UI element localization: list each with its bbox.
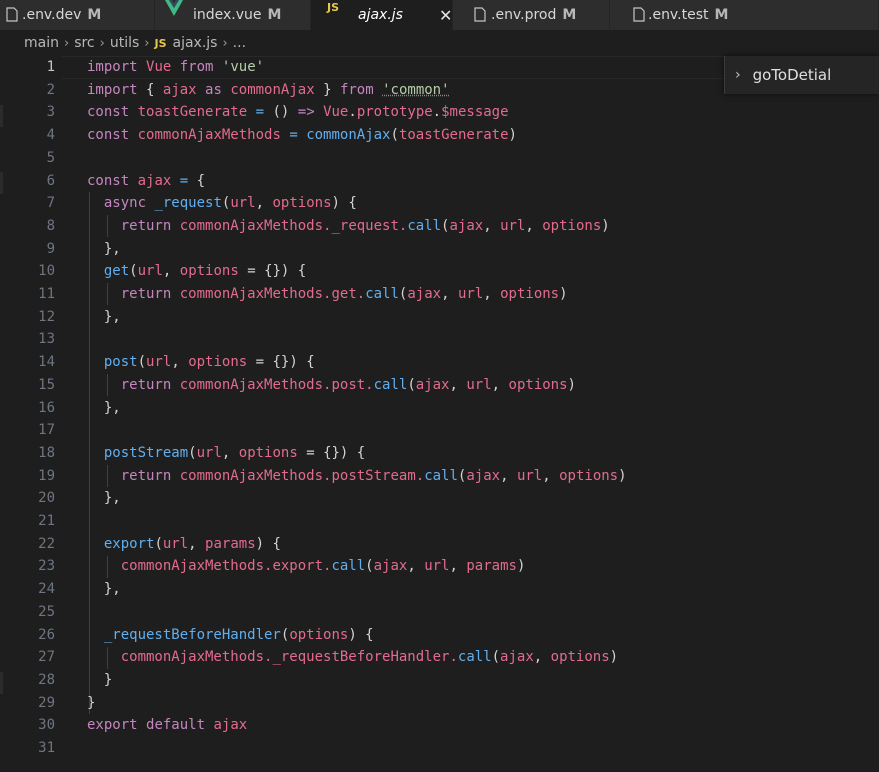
breadcrumb-item-utils[interactable]: utils <box>110 35 139 51</box>
code-line: const commonAjaxMethods = commonAjax(toa… <box>87 127 517 144</box>
line-number: 19 <box>38 467 55 484</box>
tab-env-dev[interactable]: .env.dev M <box>0 0 155 30</box>
tab-bar: .env.dev M index.vue M JS ajax.js ✕ .env… <box>0 0 879 30</box>
line-number: 24 <box>38 581 55 598</box>
line-number: 7 <box>46 195 55 212</box>
modified-badge: M <box>714 7 729 23</box>
file-icon <box>474 7 486 22</box>
code-line: commonAjaxMethods.export.call(ajax, url,… <box>120 558 526 575</box>
breadcrumb: main › src › utils › JS ajax.js › ... <box>0 30 879 56</box>
code-line: export default ajax <box>87 717 248 734</box>
code-line: return commonAjaxMethods.postStream.call… <box>120 467 627 484</box>
tab-env-prod[interactable]: .env.prod M <box>453 0 610 30</box>
chevron-right-icon: › <box>144 35 150 51</box>
code-line: return commonAjaxMethods.post.call(ajax,… <box>120 376 576 393</box>
code-line: postStream(url, options = {}) { <box>103 444 366 461</box>
line-number-gutter: 1 2 3 4 5 6 7 8 9 10 11 12 13 14 15 16 17 18 19 20 21 22 23 24 2… <box>0 56 62 772</box>
code-line: const toastGenerate = () => Vue.prototyp… <box>87 104 509 121</box>
line-number: 16 <box>38 399 55 416</box>
line-number: 9 <box>46 240 55 257</box>
line-number: 17 <box>38 422 55 439</box>
tab-index-vue[interactable]: index.vue M <box>155 0 311 30</box>
file-icon <box>6 7 18 22</box>
tab-label: .env.test <box>648 7 709 23</box>
breadcrumb-item-symbols[interactable]: ... <box>233 35 246 51</box>
js-file-icon: JS <box>154 36 167 50</box>
code-line: export(url, params) { <box>103 535 281 552</box>
js-file-icon: JS <box>327 1 340 14</box>
chevron-right-icon: › <box>63 35 70 51</box>
vue-icon <box>165 0 183 16</box>
breadcrumb-item-src[interactable]: src <box>74 35 94 51</box>
code-line: } <box>87 694 96 711</box>
line-number: 25 <box>38 603 55 620</box>
file-icon <box>633 7 645 22</box>
outline-symbol-label[interactable]: goToDetial <box>753 66 832 84</box>
line-number: 13 <box>38 331 55 348</box>
tab-ajax-js[interactable]: JS ajax.js ✕ <box>311 0 453 30</box>
code-line: import { ajax as commonAjax } from 'comm… <box>87 81 450 98</box>
line-number: 21 <box>38 513 55 529</box>
modified-badge: M <box>267 7 282 23</box>
line-number: 29 <box>38 694 55 711</box>
tab-label: ajax.js <box>358 7 403 23</box>
outline-peek-widget[interactable]: › goToDetial <box>724 56 879 94</box>
line-number: 28 <box>38 671 55 688</box>
line-number: 10 <box>38 263 55 280</box>
code-line: post(url, options = {}) { <box>103 354 315 371</box>
tab-label: .env.dev <box>22 7 82 23</box>
line-number: 22 <box>38 535 55 552</box>
line-number: 14 <box>38 354 55 371</box>
code-line: }, <box>103 240 121 257</box>
line-number: 6 <box>46 172 55 189</box>
line-number: 20 <box>38 490 55 507</box>
close-icon[interactable]: ✕ <box>439 6 452 25</box>
modified-badge: M <box>87 7 102 23</box>
code-line: return commonAjaxMethods.get.call(ajax, … <box>120 286 568 302</box>
breadcrumb-item-file[interactable]: ajax.js <box>173 35 218 51</box>
line-number: 8 <box>46 217 55 234</box>
line-number: 5 <box>46 149 55 166</box>
modified-badge: M <box>562 7 577 23</box>
breadcrumb-item-main[interactable]: main <box>24 35 59 51</box>
line-number: 31 <box>38 740 55 756</box>
line-number: 1 <box>46 59 55 75</box>
tab-env-test[interactable]: .env.test M <box>610 0 879 30</box>
code-line: async _request(url, options) { <box>103 195 357 212</box>
line-number: 27 <box>38 649 55 666</box>
code-line: const ajax = { <box>87 172 206 189</box>
code-line: } <box>103 671 113 688</box>
code-line: return commonAjaxMethods._request.call(a… <box>120 217 610 234</box>
code-line: get(url, options = {}) { <box>103 263 307 280</box>
line-number: 15 <box>38 376 55 393</box>
line-number: 26 <box>38 626 55 643</box>
tab-label: .env.prod <box>491 7 557 23</box>
chevron-right-icon[interactable]: › <box>735 67 741 83</box>
line-number: 18 <box>38 444 55 461</box>
line-number: 3 <box>46 104 55 121</box>
code-line: }, <box>103 308 121 325</box>
code-line: }, <box>103 581 121 598</box>
code-line: import Vue from 'vue' <box>87 59 265 75</box>
code-editor[interactable]: 1 2 3 4 5 6 7 8 9 10 11 12 13 14 15 16 17 18 19 20 21 22 23 24 2… <box>0 56 879 772</box>
line-number: 23 <box>38 558 55 575</box>
code-line: }, <box>103 399 121 416</box>
chevron-right-icon: › <box>222 35 228 51</box>
line-number: 11 <box>38 286 55 302</box>
code-line: _requestBeforeHandler(options) { <box>103 626 374 643</box>
code-line: commonAjaxMethods._requestBeforeHandler.… <box>120 649 619 666</box>
line-number: 2 <box>46 81 55 98</box>
tab-label: index.vue <box>193 7 262 23</box>
line-number: 12 <box>38 308 55 325</box>
line-number: 30 <box>38 717 55 734</box>
line-number: 4 <box>46 127 55 144</box>
code-line: }, <box>103 490 121 507</box>
chevron-right-icon: › <box>99 35 105 51</box>
